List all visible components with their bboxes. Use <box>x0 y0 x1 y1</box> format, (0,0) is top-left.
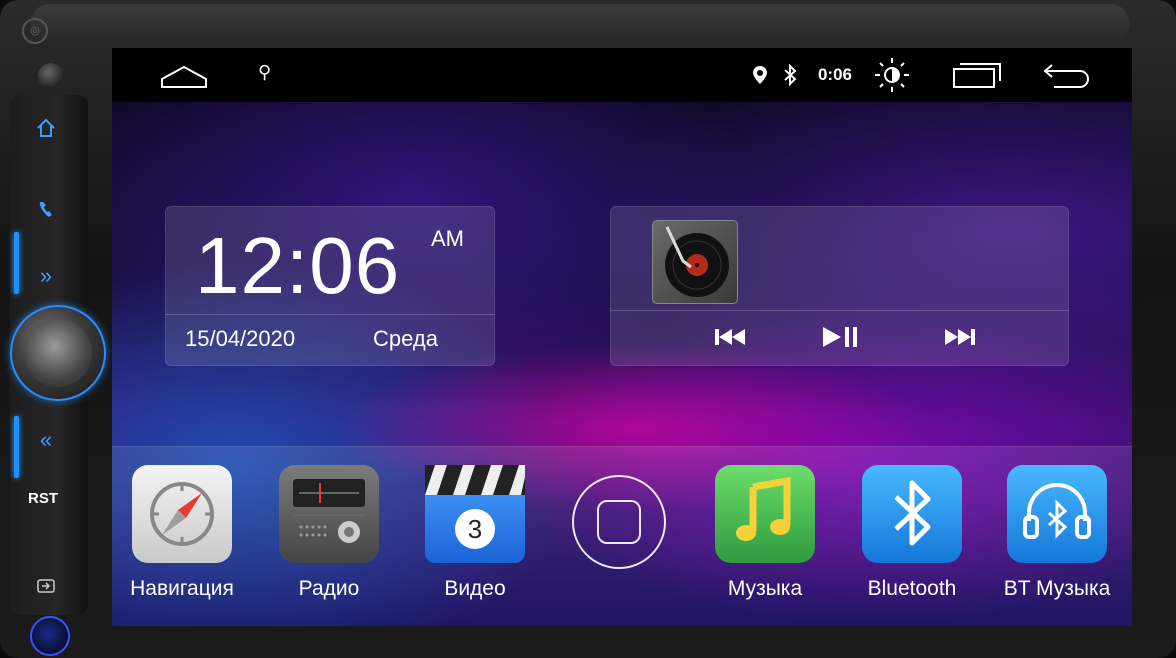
app-label: Видео <box>444 577 506 600</box>
status-bar-right: 0:06 <box>752 48 1092 102</box>
tuning-knob[interactable] <box>30 616 70 656</box>
app-label: Радио <box>298 577 360 600</box>
head-unit-screen: ⚲ 0:06 12:06 AM 15/04/2020 Среда Навигац… <box>112 48 1132 626</box>
clock-day: Среда <box>373 326 438 351</box>
album-art[interactable] <box>652 220 738 304</box>
app-radio[interactable]: Радио <box>274 465 384 601</box>
app-video[interactable]: 3 Видео <box>420 465 530 601</box>
forward-highlight <box>14 232 19 294</box>
clock-date: 15/04/2020 <box>185 326 296 351</box>
bt-headphones-icon <box>1007 465 1107 563</box>
app-navigation[interactable]: Навигация <box>127 465 237 601</box>
bluetooth-icon <box>862 465 962 563</box>
status-bar: ⚲ 0:06 <box>112 48 1132 102</box>
music-note-icon <box>715 465 815 563</box>
bluetooth-icon <box>784 64 797 86</box>
rewind-hardware-button[interactable]: « <box>20 422 72 458</box>
usb-icon: ⚲ <box>258 62 272 82</box>
home-icon <box>37 118 55 137</box>
app-music[interactable]: Музыка <box>710 465 820 601</box>
input-hardware-button[interactable] <box>20 572 72 600</box>
bezel-shine <box>30 4 1130 44</box>
app-label: BT Музыка <box>1003 577 1111 600</box>
radio-icon <box>279 465 379 563</box>
knob-center <box>24 319 92 387</box>
phone-hardware-button[interactable] <box>20 192 72 228</box>
power-button[interactable] <box>38 63 64 89</box>
rewind-icon: « <box>39 427 53 452</box>
play-pause-icon[interactable] <box>821 324 859 350</box>
left-control-strip: ◎ » « RST <box>0 0 112 658</box>
app-label: Навигация <box>130 577 234 600</box>
status-time: 0:06 <box>817 65 852 84</box>
vinyl-record-icon <box>665 226 729 297</box>
forward-icon: » <box>39 263 53 288</box>
clock-divider <box>165 314 495 315</box>
rewind-highlight <box>14 416 19 478</box>
input-icon <box>37 579 55 593</box>
music-widget[interactable] <box>610 206 1069 366</box>
volume-knob[interactable] <box>10 305 106 401</box>
video-badge: 3 <box>468 514 482 544</box>
rst-button[interactable]: RST <box>28 490 58 507</box>
app-bt-music[interactable]: BT Музыка <box>1002 465 1112 601</box>
mic-icon: ◎ <box>22 18 48 44</box>
app-label: Bluetooth <box>867 577 957 600</box>
music-divider <box>610 310 1069 311</box>
clock-widget[interactable]: 12:06 AM 15/04/2020 Среда <box>165 206 495 366</box>
next-icon[interactable] <box>944 324 976 350</box>
home-hardware-button[interactable] <box>20 110 72 146</box>
brightness-icon[interactable] <box>872 55 912 95</box>
home-outline-icon[interactable] <box>160 65 208 89</box>
location-icon <box>752 66 767 84</box>
video-clapper-icon: 3 <box>425 465 525 563</box>
compass-icon <box>132 465 232 563</box>
clock-time: 12:06 <box>195 221 401 310</box>
recent-apps-icon[interactable] <box>952 61 1002 89</box>
app-label: Музыка <box>727 577 803 600</box>
back-icon[interactable] <box>1042 61 1092 89</box>
forward-hardware-button[interactable]: » <box>20 258 72 294</box>
app-bluetooth[interactable]: Bluetooth <box>857 465 967 601</box>
home-inner-icon <box>597 500 641 544</box>
previous-icon[interactable] <box>714 324 746 350</box>
home-button[interactable] <box>572 475 666 569</box>
clock-ampm: AM <box>431 226 464 251</box>
phone-icon <box>39 202 52 217</box>
app-dock: Навигация Радио 3 Видео Музыка Bluetooth… <box>112 446 1132 626</box>
